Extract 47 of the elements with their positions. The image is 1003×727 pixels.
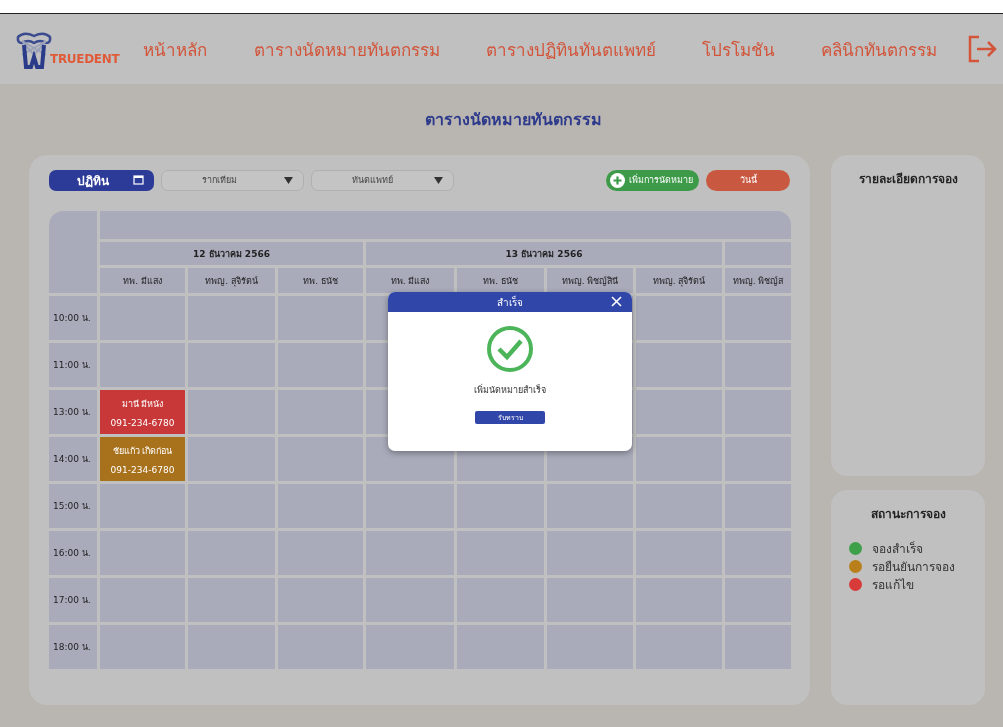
calendar-icon [133, 175, 144, 185]
time-label: 13:00 น. [49, 390, 97, 434]
caret-icon [284, 176, 293, 184]
patient-name: ชัยแก้ว เกิดก่อน [112, 444, 173, 458]
time-label: 14:00 น. [49, 437, 97, 481]
nav-link[interactable]: คลินิกทันตกรรม [821, 35, 937, 63]
time-label: 16:00 น. [49, 531, 97, 575]
doctor-header: ทพ. ธนัช [278, 268, 363, 293]
check-circle-icon [486, 325, 534, 373]
filter-dropdown[interactable]: ทันตแพทย์ [311, 169, 454, 191]
logo-text: TRUEDENT [50, 52, 120, 68]
nav-link[interactable]: หน้าหลัก [143, 35, 208, 63]
doctor-header: ทพญ. สุจิรัตน์ [636, 268, 722, 293]
nav-link[interactable]: ตารางนัดหมายทันตกรรม [253, 35, 440, 63]
time-label: 18:00 น. [49, 625, 97, 669]
panel-title: รายละเอียดการจอง [857, 171, 959, 188]
close-icon[interactable] [611, 296, 622, 307]
time-label: 17:00 น. [49, 578, 97, 622]
patient-name: มานี มีหนัง [121, 397, 164, 411]
patient-phone: 091-234-6780 [110, 417, 175, 428]
time-label: 10:00 น. [49, 296, 97, 340]
status-label: รอยืนยันการจอง [872, 558, 955, 576]
dialog-title: สำเร็จ [497, 294, 523, 310]
status-label: รอแก้ไข [872, 576, 914, 594]
nav-link[interactable]: ตารางปฏิทินทันตแพทย์ [485, 35, 656, 63]
doctor-header: ทพ. มีแสง [100, 268, 185, 293]
date-header: 13 ธันวาคม 2566 [366, 242, 722, 265]
doctor-header: ทพญ. สุจิรัตน์ [188, 268, 275, 293]
patient-phone: 091-234-6780 [110, 464, 175, 475]
date-header: 12 ธันวาคม 2566 [100, 242, 363, 265]
doctor-header: ทพ. มีแสง [366, 268, 454, 293]
today-button[interactable]: วันนี้ [706, 169, 790, 191]
status-label: จองสำเร็จ [872, 540, 923, 558]
doctor-header: ทพญ. พิชญ์สินี [547, 268, 633, 293]
plus-icon [610, 172, 625, 188]
add-appointment-button[interactable]: เพิ่มการนัดหมาย [606, 169, 699, 191]
time-label: 15:00 น. [49, 484, 97, 528]
panel-title: สถานะการจอง [869, 506, 947, 523]
time-label: 11:00 น. [49, 343, 97, 387]
doctor-header: ทพ. ธนัช [457, 268, 544, 293]
dialog-message: เพิ่มนัดหมายสำเร็จ [474, 383, 546, 397]
caret-icon [434, 176, 443, 184]
filter-dropdown[interactable]: รากเทียม [161, 169, 304, 191]
doctor-header: ทพญ. พิชญ์ส [725, 268, 791, 293]
page-title: ตารางนัดหมายทันตกรรม [425, 109, 602, 131]
calendar-button[interactable]: ปฏิทิน [49, 169, 154, 191]
nav-link[interactable]: โปรโมชัน [701, 35, 775, 63]
